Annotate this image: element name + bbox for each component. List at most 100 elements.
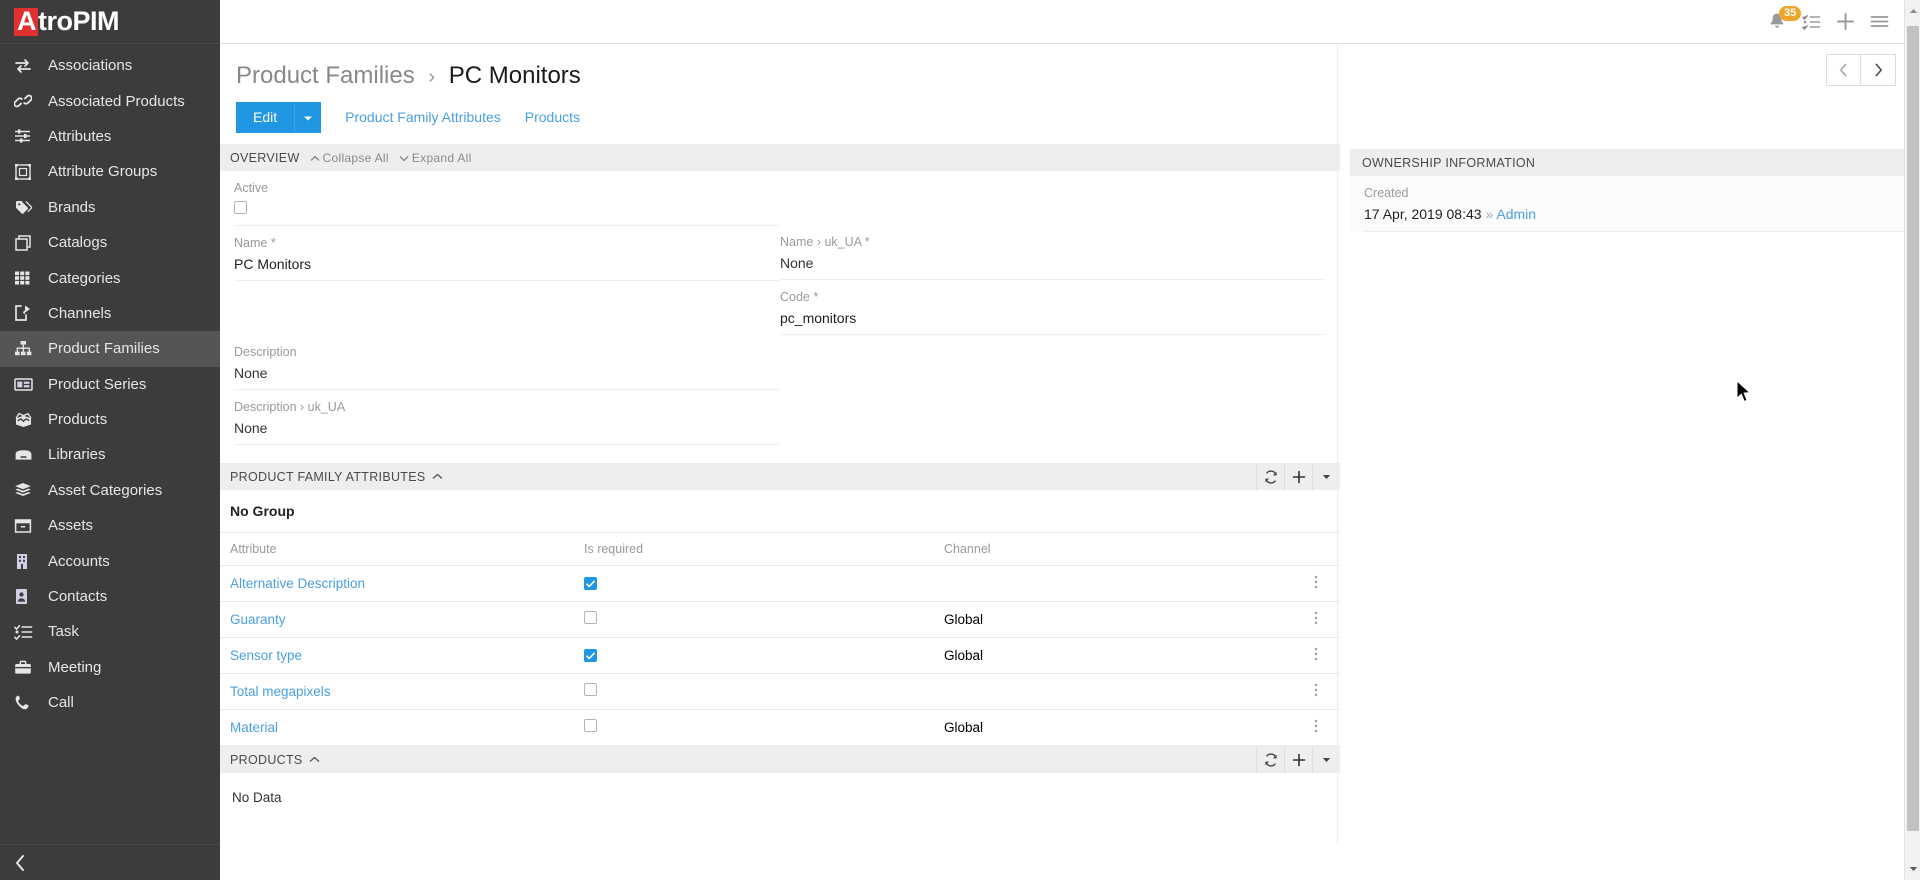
caret-down-icon[interactable] [1312,464,1340,490]
archive-drawer-icon [14,445,40,465]
sidebar-item-accounts[interactable]: Accounts [0,543,220,578]
sidebar-item-attributes[interactable]: Attributes [0,119,220,154]
sidebar-item-label: Categories [48,271,121,286]
is-required-checkbox[interactable] [584,611,597,624]
field-value: pc_monitors [780,310,1312,327]
sidebar-item-task[interactable]: Task [0,614,220,649]
refresh-icon[interactable] [1256,747,1284,773]
is-required-checkbox[interactable] [584,577,597,590]
attribute-link[interactable]: Guaranty [230,612,286,627]
row-menu-icon[interactable] [1314,576,1318,592]
sidebar-collapse-button[interactable] [0,844,220,880]
breadcrumb-parent[interactable]: Product Families [236,62,415,89]
sidebar-item-contacts[interactable]: Contacts [0,579,220,614]
row-actions-cell [1304,637,1340,673]
plus-icon[interactable] [1284,464,1312,490]
table-row: Sensor type Global [220,637,1340,673]
scrollbar-thumb[interactable] [1907,26,1919,831]
sidebar-item-attribute-groups[interactable]: Attribute Groups [0,154,220,189]
field-name: Name * PC Monitors [234,226,780,281]
logo-text: AtroPIM [14,8,119,36]
sidebar-item-assets[interactable]: Assets [0,508,220,543]
field-code: Code * pc_monitors [780,280,1326,335]
plus-icon[interactable] [1284,747,1312,773]
collapse-all-label: Collapse All [323,151,389,165]
products-collapse-toggle[interactable] [309,756,320,763]
table-row: Alternative Description [220,565,1340,601]
attribute-name-cell: Total megapixels [220,673,574,709]
field-label: Created [1364,186,1906,200]
sidebar-item-libraries[interactable]: Libraries [0,437,220,472]
app-logo[interactable]: AtroPIM [0,0,220,44]
tab-product-family-attributes[interactable]: Product Family Attributes [345,109,501,125]
tasks-button[interactable] [1794,5,1828,39]
overview-right-fields: Name › uk_UA * None Code * pc_monitors [780,171,1326,445]
created-by-user-link[interactable]: Admin [1496,206,1536,222]
sidebar-item-products[interactable]: Products [0,402,220,437]
attributes-panel-title: PRODUCT FAMILY ATTRIBUTES [230,470,426,484]
sidebar-item-asset-categories[interactable]: Asset Categories [0,473,220,508]
sidebar-item-label: Product Families [48,341,160,356]
sidebar-item-associated-products[interactable]: Associated Products [0,83,220,118]
sidebar-item-label: Contacts [48,589,107,604]
edit-button[interactable]: Edit [236,102,294,133]
row-menu-icon[interactable] [1314,684,1318,700]
sidebar-item-call[interactable]: Call [0,685,220,720]
field-label: Name › uk_UA * [780,235,1312,249]
channel-cell: Global [934,709,1304,745]
ownership-panel-header: OWNERSHIP INFORMATION [1350,150,1920,176]
row-menu-icon[interactable] [1314,648,1318,664]
scroll-down-arrow-icon[interactable] [1905,861,1920,877]
row-menu-icon[interactable] [1314,612,1318,628]
sidebar-item-label: Assets [48,518,93,533]
is-required-checkbox[interactable] [584,719,597,732]
previous-record-button[interactable] [1826,54,1861,86]
scroll-up-arrow-icon[interactable] [1905,3,1920,19]
right-column: OWNERSHIP INFORMATION Created 17 Apr, 20… [1340,44,1920,845]
overview-panel-body: Active Name * PC Monitors [220,171,1340,463]
sidebar-item-product-families[interactable]: Product Families [0,331,220,366]
sidebar-item-categories[interactable]: Categories [0,260,220,295]
sidebar-item-meeting[interactable]: Meeting [0,650,220,685]
chevron-down-icon [399,151,412,165]
box-archive-icon [14,516,40,536]
product-family-attributes-panel: PRODUCT FAMILY ATTRIBUTES No Group [220,463,1340,746]
field-value: None [780,255,1312,272]
created-separator: » [1485,206,1493,222]
sidebar-item-product-series[interactable]: Product Series [0,367,220,402]
active-checkbox[interactable] [234,201,247,214]
edit-dropdown-button[interactable] [294,102,321,133]
sidebar-item-brands[interactable]: Brands [0,190,220,225]
hamburger-menu-icon [1870,14,1889,29]
menu-button[interactable] [1862,5,1896,39]
is-required-cell [574,673,934,709]
page-scrollbar[interactable] [1904,0,1920,880]
attribute-link[interactable]: Sensor type [230,648,302,663]
sidebar-item-catalogs[interactable]: Catalogs [0,225,220,260]
phone-icon [14,693,40,713]
next-record-button[interactable] [1861,54,1896,86]
attribute-link[interactable]: Material [230,720,278,735]
share-export-icon [14,303,40,323]
field-spacer [780,171,1326,225]
breadcrumb: Product Families › PC Monitors [220,44,1340,90]
row-menu-icon[interactable] [1314,720,1318,736]
table-header-row: Attribute Is required Channel [220,533,1340,566]
expand-all-button[interactable]: Expand All [399,151,472,165]
top-bar: 35 [220,0,1920,44]
chevron-left-icon [14,854,26,872]
sidebar-item-channels[interactable]: Channels [0,296,220,331]
is-required-checkbox[interactable] [584,649,597,662]
collapse-all-button[interactable]: Collapse All [310,151,389,165]
attributes-collapse-toggle[interactable] [432,473,443,480]
refresh-icon[interactable] [1256,464,1284,490]
notifications-button[interactable]: 35 [1760,5,1794,39]
sidebar-item-label: Catalogs [48,235,107,250]
tab-products[interactable]: Products [525,109,580,125]
attribute-link[interactable]: Total megapixels [230,684,331,699]
sidebar-item-associations[interactable]: Associations [0,48,220,83]
create-button[interactable] [1828,5,1862,39]
attribute-link[interactable]: Alternative Description [230,576,365,591]
caret-down-icon[interactable] [1312,747,1340,773]
is-required-checkbox[interactable] [584,683,597,696]
